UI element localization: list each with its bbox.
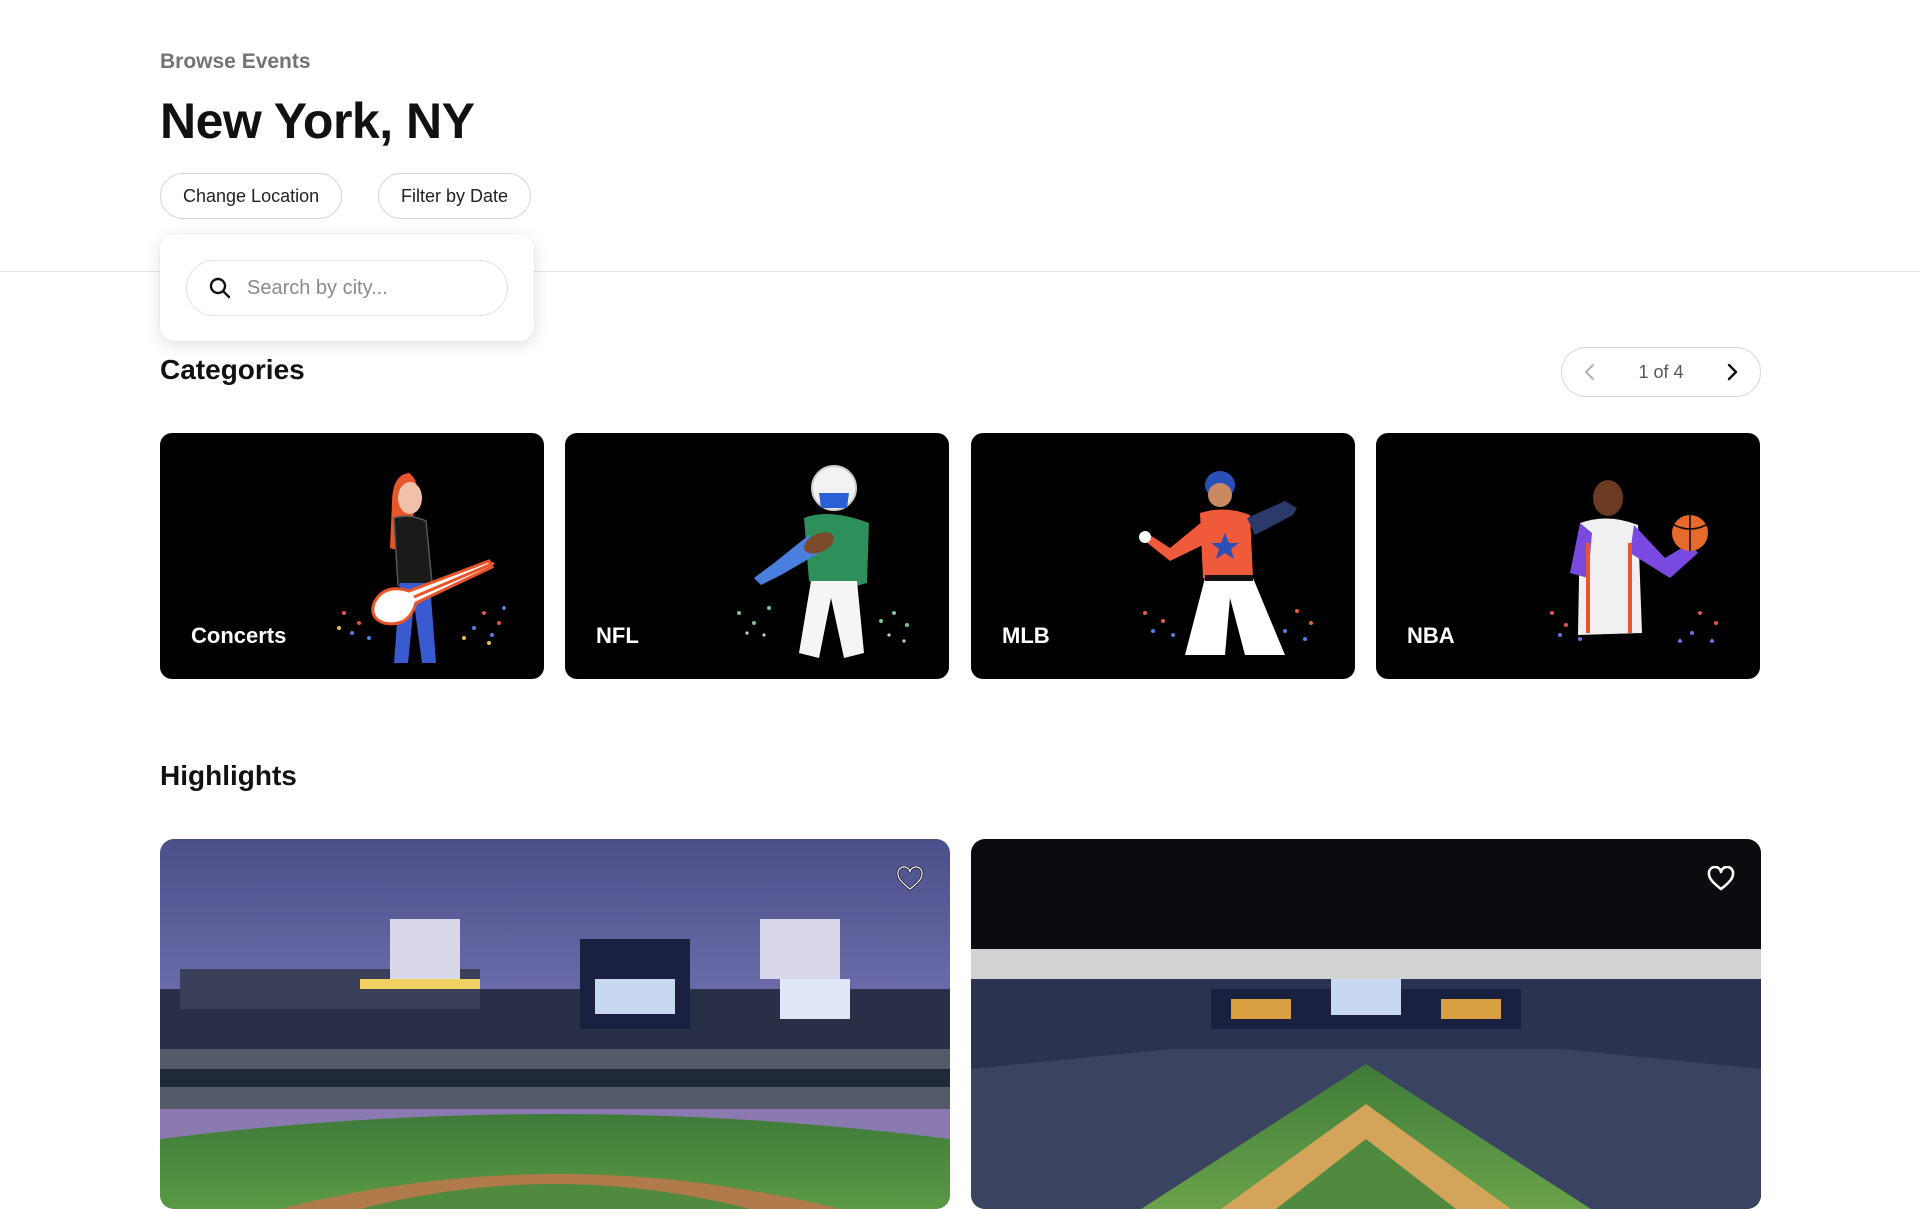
categories-title: Categories: [160, 354, 305, 385]
category-card-nba[interactable]: NBA: [1376, 433, 1760, 679]
basketball-player-illustration: [1550, 480, 1718, 643]
highlight-card[interactable]: [160, 839, 950, 1209]
category-card-mlb[interactable]: MLB: [971, 433, 1355, 679]
heart-outline-icon: [1707, 866, 1735, 891]
search-icon: [207, 275, 233, 301]
page-title: New York, NY: [160, 93, 475, 149]
filter-by-date-button[interactable]: Filter by Date: [378, 173, 532, 219]
rock-guitarist-illustration: [337, 473, 506, 663]
favorite-button[interactable]: [892, 861, 928, 897]
highlights-title: Highlights: [160, 760, 297, 791]
baseball-stadium-night-aerial-photo: [971, 839, 1761, 1209]
category-card-nfl[interactable]: NFL: [565, 433, 949, 679]
baseball-stadium-dusk-photo: [160, 839, 950, 1209]
page-header: Browse Events New York, NY Change Locati…: [0, 0, 1920, 272]
city-search-box[interactable]: [186, 260, 508, 316]
chevron-left-icon: [1584, 363, 1595, 381]
baseball-pitcher-illustration: [1139, 471, 1313, 655]
highlight-card[interactable]: [971, 839, 1761, 1209]
chevron-right-icon: [1727, 363, 1738, 381]
pager-prev-button[interactable]: [1576, 358, 1604, 386]
pager-count: 1 of 4: [1638, 361, 1684, 382]
favorite-button[interactable]: [1703, 861, 1739, 897]
category-label: Concerts: [191, 623, 287, 648]
location-dropdown: [160, 234, 534, 341]
category-label: NFL: [596, 623, 639, 648]
city-search-input[interactable]: [247, 276, 487, 300]
pager-next-button[interactable]: [1718, 358, 1746, 386]
page-eyebrow: Browse Events: [160, 50, 311, 73]
category-label: NBA: [1407, 623, 1455, 648]
change-location-button[interactable]: Change Location: [160, 173, 343, 219]
heart-outline-icon: [896, 866, 924, 891]
category-card-concerts[interactable]: Concerts: [160, 433, 544, 679]
category-label: MLB: [1002, 623, 1050, 648]
football-player-illustration: [737, 465, 909, 658]
categories-pager: 1 of 4: [1561, 347, 1761, 397]
